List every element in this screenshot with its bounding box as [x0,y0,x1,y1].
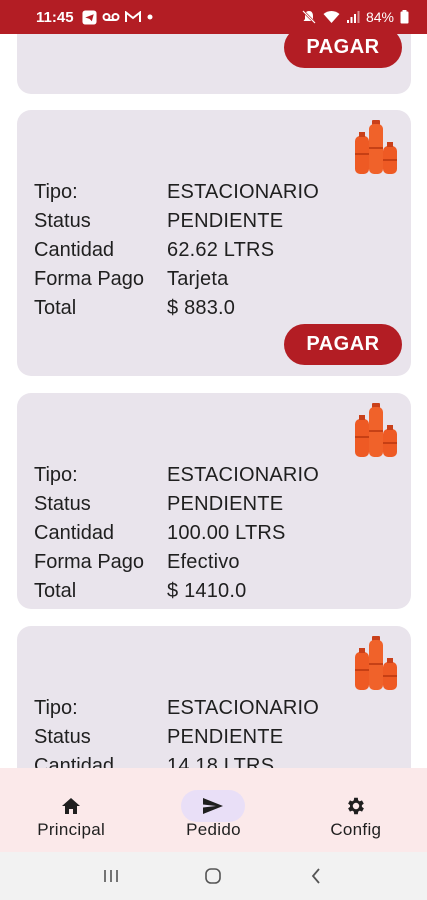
send-icon [181,790,246,822]
row-tipo: Tipo: ESTACIONARIO [34,694,319,723]
value-total: $ 1410.0 [167,580,247,602]
value-cantidad: 62.62 LTRS [167,239,275,261]
voicemail-icon [102,12,120,22]
mute-icon [301,9,317,25]
pay-button[interactable]: PAGAR [284,34,402,68]
telegram-icon [82,9,97,25]
value-status: PENDIENTE [167,210,284,232]
back-icon[interactable] [296,856,336,896]
status-bar: 11:45 84% [0,0,427,34]
label-tipo: Tipo: [34,464,78,486]
value-cantidad: 100.00 LTRS [167,522,286,544]
label-status: Status [34,726,91,748]
gas-cylinder-icon [355,636,397,690]
row-cantidad: Cantidad 14.18 LTRS [34,752,319,768]
label-forma-pago: Forma Pago [34,268,145,290]
label-total: Total [34,580,77,602]
order-card: PAGAR [17,34,411,94]
pay-button[interactable]: PAGAR [284,324,402,365]
nav-pedido[interactable]: Pedido [142,768,284,852]
label-forma-pago: Forma Pago [34,551,145,573]
nav-label-principal: Principal [37,820,106,839]
nav-label-config: Config [330,820,382,839]
row-total: Total $ 1410.0 [34,577,319,606]
nav-label-pedido: Pedido [186,820,241,839]
value-tipo: ESTACIONARIO [167,697,320,719]
label-status: Status [34,210,91,232]
row-forma-pago: Forma Pago Tarjeta [34,265,319,294]
row-total: Total $ 883.0 [34,294,319,323]
label-tipo: Tipo: [34,181,78,203]
nav-config[interactable]: Config [285,768,427,852]
system-navigation-bar [0,852,427,900]
home-icon [39,790,103,822]
row-status: Status PENDIENTE [34,207,319,236]
value-forma-pago: Efectivo [167,551,240,573]
value-tipo: ESTACIONARIO [167,181,320,203]
gas-cylinder-icon [355,403,397,457]
order-fields: Tipo: ESTACIONARIO Status PENDIENTE Cantid… [34,461,319,606]
row-tipo: Tipo: ESTACIONARIO [34,461,319,490]
value-tipo: ESTACIONARIO [167,464,320,486]
order-card: Tipo: ESTACIONARIO Status PENDIENTE Cantid… [17,626,411,768]
value-cantidad: 14.18 LTRS [167,755,275,768]
bottom-navigation: Principal Pedido Config [0,768,427,852]
order-card: Tipo: ESTACIONARIO Status PENDIENTE Cantid… [17,110,411,376]
label-total: Total [34,297,77,319]
order-fields: Tipo: ESTACIONARIO Status PENDIENTE Cantid… [34,178,319,323]
row-tipo: Tipo: ESTACIONARIO [34,178,319,207]
gmail-icon [124,11,141,23]
row-cantidad: Cantidad 100.00 LTRS [34,519,319,548]
order-card: Tipo: ESTACIONARIO Status PENDIENTE Cantid… [17,393,411,609]
row-cantidad: Cantidad 62.62 LTRS [34,236,319,265]
orders-list[interactable]: PAGAR Tipo: ESTACIONARIO Status PENDIENTE … [0,34,427,768]
row-status: Status PENDIENTE [34,490,319,519]
recents-icon[interactable] [91,856,131,896]
signal-icon [346,10,360,24]
gear-icon [324,790,388,822]
nav-principal[interactable]: Principal [0,768,142,852]
label-cantidad: Cantidad [34,522,115,544]
value-forma-pago: Tarjeta [167,268,229,290]
label-cantidad: Cantidad [34,755,115,768]
gas-cylinder-icon [355,120,397,174]
wifi-icon [323,10,340,24]
value-status: PENDIENTE [167,493,284,515]
battery-icon [400,10,409,24]
status-time: 11:45 [36,8,74,26]
value-total: $ 883.0 [167,297,236,319]
dot-icon [146,13,154,21]
label-cantidad: Cantidad [34,239,115,261]
battery-percent: 84% [365,9,394,25]
value-status: PENDIENTE [167,726,284,748]
order-fields: Tipo: ESTACIONARIO Status PENDIENTE Cantid… [34,694,319,768]
label-status: Status [34,493,91,515]
home-circle-icon[interactable] [193,856,233,896]
row-status: Status PENDIENTE [34,723,319,752]
label-tipo: Tipo: [34,697,78,719]
row-forma-pago: Forma Pago Efectivo [34,548,319,577]
